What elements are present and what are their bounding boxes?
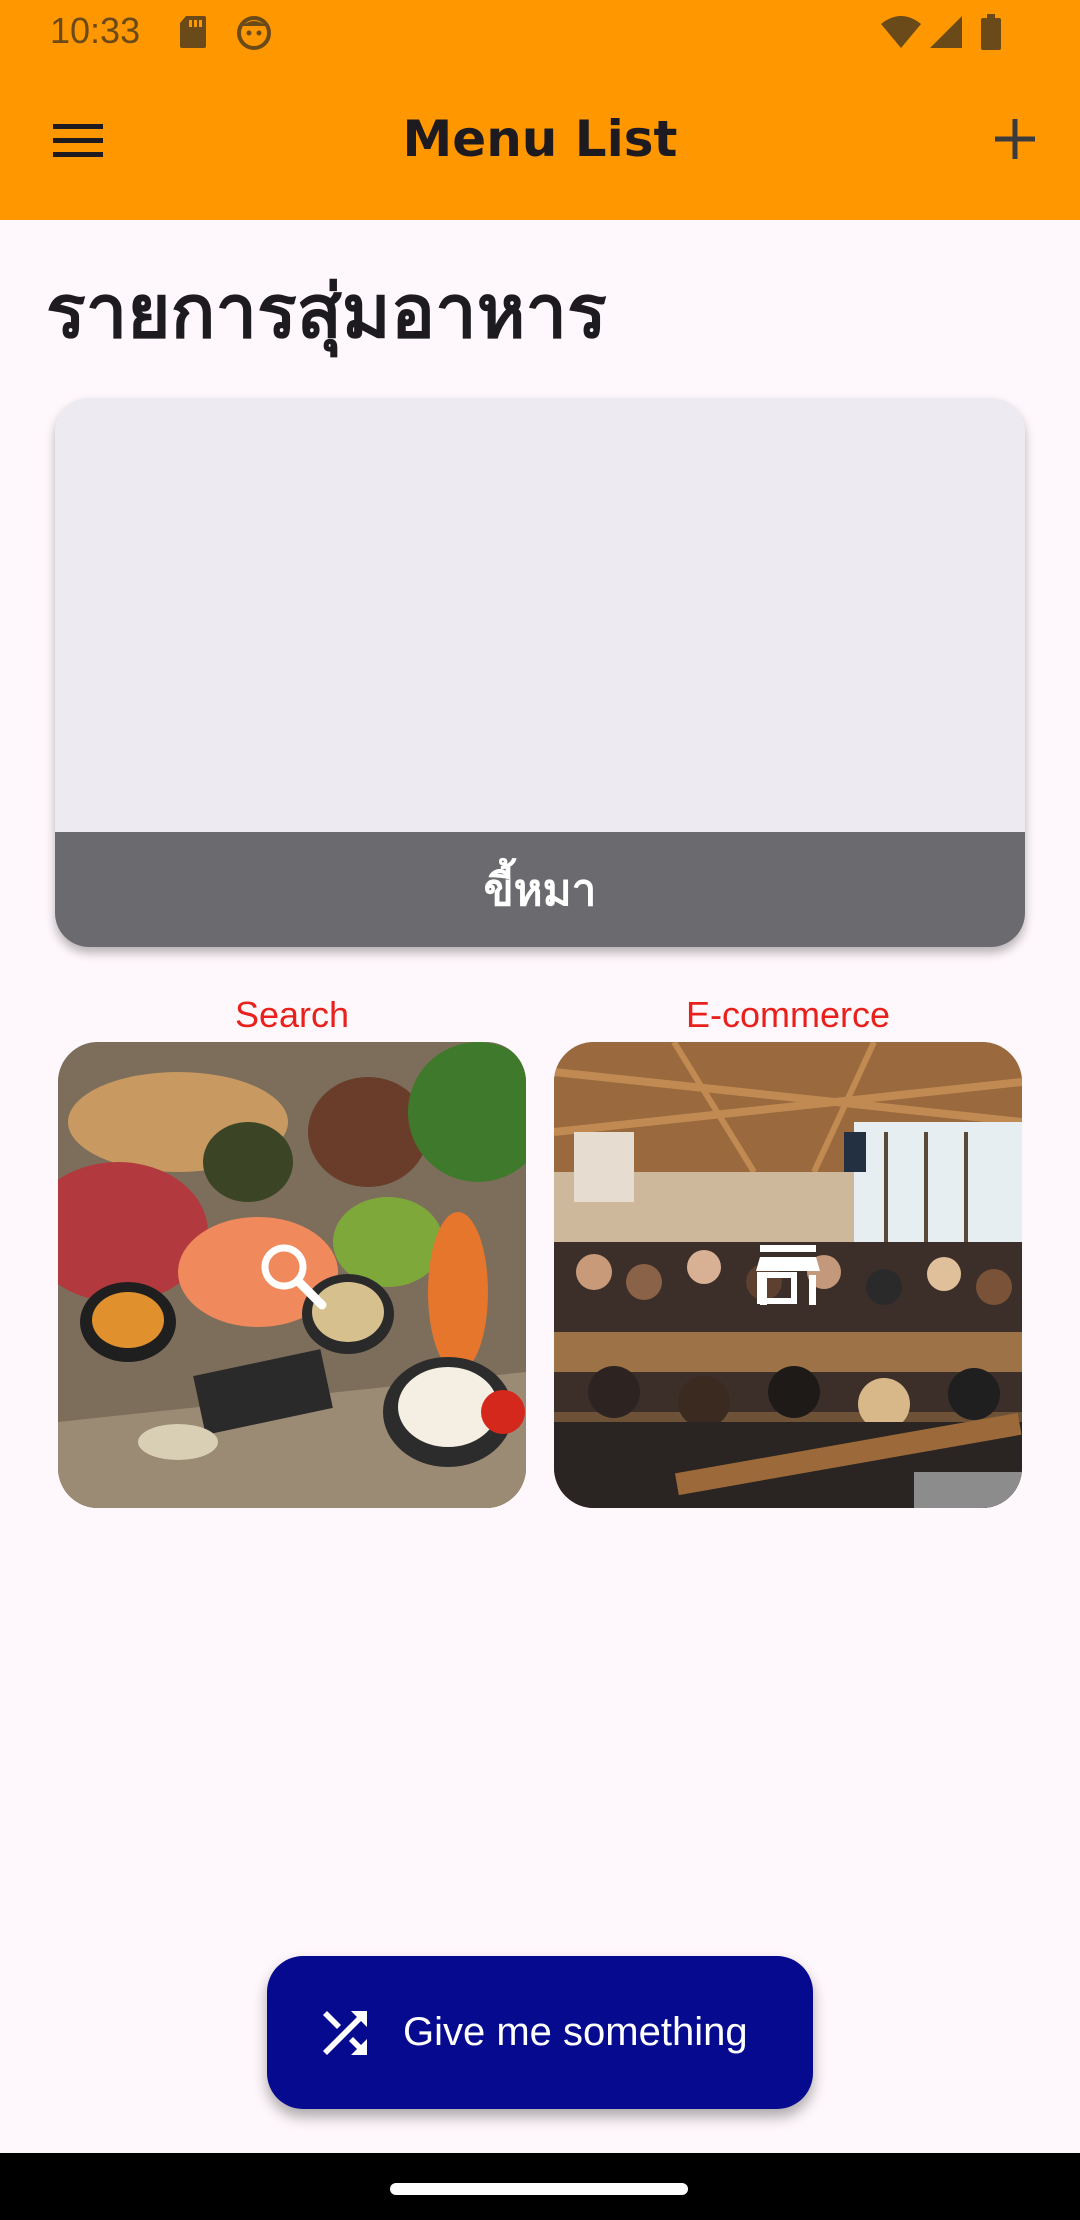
give-me-something-button[interactable]: Give me something [267, 1956, 813, 2109]
page-heading: รายการสุ่มอาหาร [46, 269, 607, 355]
random-result-card[interactable]: ขี้หมา [55, 398, 1025, 947]
app-bar: Menu List [0, 66, 1080, 220]
signal-icon [928, 14, 964, 54]
fab-label: Give me something [403, 2010, 748, 2054]
tile-label-search: Search [234, 994, 350, 1035]
status-time: 10:33 [50, 10, 141, 51]
home-gesture-handle[interactable] [390, 2183, 688, 2195]
status-bar: 10:33 [0, 0, 1080, 66]
card-image-placeholder [55, 398, 1025, 832]
screen: 10:33 Menu List รายการสุ่มอาหาร ขี้หมา S… [0, 0, 1080, 2220]
tile-label-ecommerce: E-commerce [685, 994, 891, 1035]
ecommerce-tile[interactable] [554, 1042, 1022, 1508]
card-footer-label: ขี้หมา [55, 832, 1025, 947]
app-title: Menu List [402, 110, 678, 168]
search-tile[interactable] [58, 1042, 526, 1508]
battery-icon [980, 14, 1002, 54]
plus-icon [993, 117, 1037, 165]
wifi-icon [880, 14, 922, 54]
store-icon [752, 1239, 824, 1311]
sd-card-icon [178, 14, 208, 54]
shuffle-icon [317, 2005, 373, 2061]
add-button[interactable] [980, 106, 1050, 176]
system-navigation-bar [0, 2153, 1080, 2220]
search-icon [256, 1239, 328, 1311]
face-icon [236, 14, 272, 54]
